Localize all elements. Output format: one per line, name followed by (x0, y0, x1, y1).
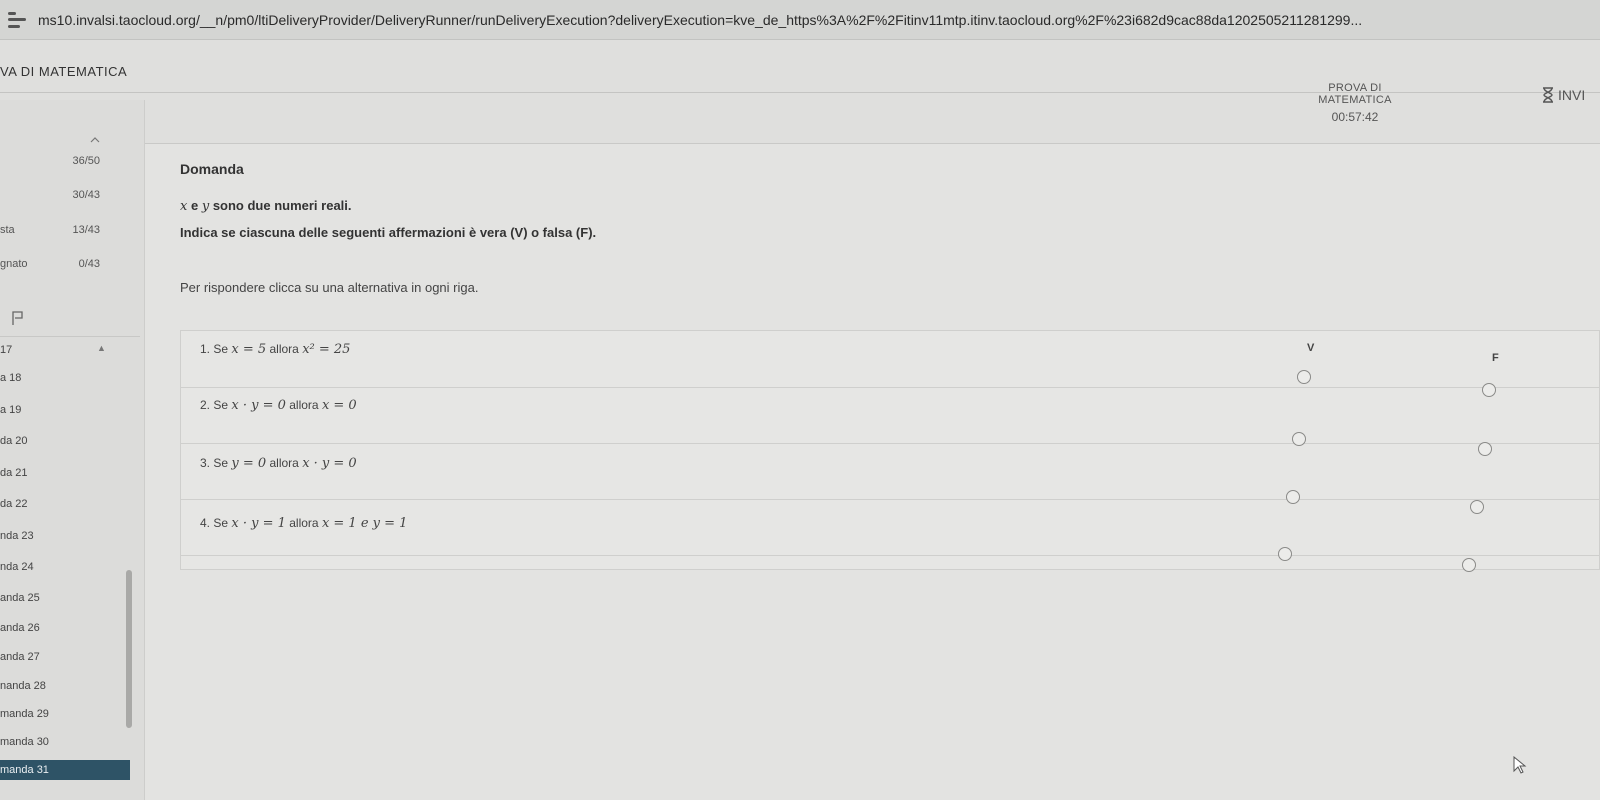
radio-true[interactable] (1278, 547, 1292, 561)
mouse-cursor-icon (1513, 756, 1527, 774)
flag-icon[interactable] (12, 311, 24, 325)
stat-row: 36/50 (72, 155, 100, 167)
countdown-timer: 00:57:42 (1331, 110, 1379, 124)
radio-true[interactable] (1297, 370, 1311, 384)
question-nav-item[interactable]: manda 29 (0, 704, 130, 724)
question-nav-item[interactable]: a 19 (0, 400, 130, 420)
invia-label: INVI (1558, 87, 1586, 103)
sidebar: 36/50 30/43 sta 13/43 gnato 0/43 ▲ 17 a … (0, 100, 145, 800)
test-title: VA DI MATEMATICA (0, 64, 128, 79)
statement-row: 4. Se x · y = 1 allora x = 1 e y = 1 (180, 500, 1600, 556)
question-instruction: Indica se ciascuna delle seguenti afferm… (180, 225, 597, 240)
invia-button[interactable]: INVI (1542, 87, 1585, 103)
question-hint: Per rispondere clicca su una alternativa… (180, 280, 479, 295)
url-text[interactable]: ms10.invalsi.taocloud.org/__n/pm0/ltiDel… (38, 12, 1598, 28)
tab-strip-icon[interactable] (8, 11, 30, 28)
question-nav-item-current[interactable]: manda 31 (0, 760, 130, 780)
question-nav-item[interactable]: anda 27 (0, 647, 130, 667)
radio-false[interactable] (1462, 558, 1476, 572)
question-nav-item[interactable]: a 18 (0, 368, 130, 388)
stat-row: 30/43 (72, 189, 100, 201)
question-nav-item[interactable]: da 21 (0, 463, 130, 483)
statement-text: 1. Se x = 5 allora x² = 25 (200, 342, 351, 357)
question-nav-item[interactable]: nda 24 (0, 557, 130, 577)
test-header: VA DI MATEMATICA PROVA DI MATEMATICA 00:… (0, 40, 1600, 144)
question-nav-item[interactable]: manda 30 (0, 732, 130, 752)
question-nav-item[interactable]: da 22 (0, 494, 130, 514)
stat-row: sta 13/43 (0, 224, 100, 236)
statement-text: 4. Se x · y = 1 allora x = 1 e y = 1 (200, 516, 408, 531)
question-nav-item[interactable]: anda 25 (0, 588, 130, 608)
statement-text: 3. Se y = 0 allora x · y = 0 (200, 456, 357, 471)
question-nav-item[interactable]: 17 (0, 340, 130, 360)
stat-row: gnato 0/43 (0, 258, 100, 270)
sidebar-scrollbar[interactable] (126, 570, 132, 728)
chevron-up-icon[interactable] (90, 130, 110, 143)
question-nav-item[interactable]: nda 23 (0, 526, 130, 546)
browser-address-bar[interactable]: ms10.invalsi.taocloud.org/__n/pm0/ltiDel… (0, 0, 1600, 40)
question-panel: Domanda x e y sono due numeri reali. Ind… (145, 144, 1600, 800)
prova-label: PROVA DI MATEMATICA (1318, 82, 1392, 106)
question-nav-item[interactable]: nanda 28 (0, 676, 130, 696)
statement-row: 3. Se y = 0 allora x · y = 0 (180, 444, 1600, 500)
question-heading: Domanda (180, 161, 244, 177)
question-nav-item[interactable]: anda 26 (0, 618, 130, 638)
question-prompt: x e y sono due numeri reali. (180, 198, 352, 214)
sidebar-divider (0, 336, 140, 337)
hourglass-icon (1543, 87, 1553, 103)
test-info: PROVA DI MATEMATICA 00:57:42 (1290, 82, 1420, 124)
statement-row: 2. Se x · y = 0 allora x = 0 (180, 388, 1600, 444)
statement-text: 2. Se x · y = 0 allora x = 0 (200, 398, 357, 413)
question-nav-item[interactable]: da 20 (0, 431, 130, 451)
statement-row: 1. Se x = 5 allora x² = 25 (180, 332, 1600, 388)
